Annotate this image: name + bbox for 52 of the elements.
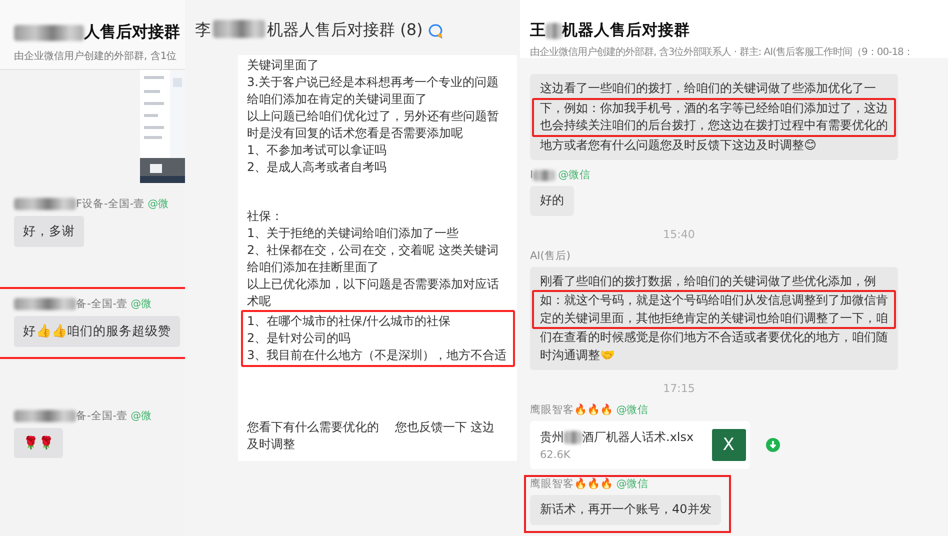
- chat-icon[interactable]: [426, 23, 443, 39]
- message-text: 新话术，再开一个账号，40并发: [540, 501, 712, 518]
- message-text: 关键词里面了 3.关于客户说已经是本科想再考一个专业的问题 给咱们添加在肯定的关键词里面了 以上问题已给咱们优化过了，另外还有些问题暂 时是没有回复的话术您看是否需要添加呢 1、不参加考试可以拿证吗 2、是成人高考或者自考吗: [247, 57, 500, 176]
- source-label: @微: [148, 197, 170, 211]
- group-title: 王: [530, 20, 546, 41]
- source-label: @微信: [616, 477, 649, 491]
- sender-name: 鹰眼智客🔥🔥🔥: [530, 477, 614, 491]
- time-label: 15:40: [662, 228, 696, 240]
- source-label: @微信: [616, 403, 649, 417]
- sender-name: I: [530, 169, 534, 181]
- blurred-text: [213, 20, 265, 38]
- file-name: 贵州: [540, 429, 564, 446]
- message-text: 好的: [540, 192, 564, 209]
- download-icon[interactable]: [766, 438, 780, 452]
- blurred-text: [564, 431, 582, 444]
- source-label: @微: [130, 297, 152, 311]
- sender-name: 备-全国-壹: [76, 297, 128, 311]
- message-text: 们在查看的时候感觉是你们地方不合适或者要优化的地方，咱们随 时沟通调整🤝: [540, 329, 888, 364]
- sender-name: 鹰眼智客🔥🔥🔥: [530, 403, 614, 417]
- group-title: 李: [195, 20, 211, 41]
- blurred-text: [14, 410, 76, 422]
- blurred-text: [533, 170, 556, 180]
- blurred-text: [14, 198, 76, 210]
- message-text: 社保： 1、关于拒绝的关键词给咱们添加了一些 2、社保都在交，公司在交，交着呢 这类关键词 给咱们添加在挂断里面了 以上已优化添加，以下问题是否需要添加对应话 术呢: [247, 208, 500, 310]
- message-text: 刚看了些咱们的拨打数据，给咱们的关键词做了些优化添加，例: [540, 272, 877, 290]
- source-label: @微信: [558, 168, 591, 182]
- blurred-text: [14, 24, 84, 40]
- message-text: 好，多谢: [23, 223, 75, 240]
- group-title: 人售后对接群: [84, 22, 180, 43]
- message-text: 您看下有什么需要优化的 您也反馈一下 这边 及时调整: [247, 419, 496, 453]
- message-text: 这边看了一些咱们的拨打，给咱们的关键词做了些添加优化了一: [540, 80, 877, 97]
- message-text: 地方或者您有什么问题您及时反馈下这边及时调整😊: [540, 136, 818, 154]
- file-name: 酒厂机器人话术.xlsx: [582, 429, 694, 446]
- sender-name: AI(售后): [530, 248, 570, 262]
- sender-name: 备-全国-壹: [76, 409, 128, 423]
- message-text: 1、在哪个城市的社保/什么城市的社保 2、是针对公司的吗 3、我目前在什么地方（不是深圳），地方不合适: [247, 313, 508, 364]
- time-label: 17:15: [662, 382, 696, 395]
- message-text: 如：就这个号码，就是这个号码给咱们从发信息调整到了加微信肯 定的关键词里面，其他拒绝肯定的关键词也给咱们调整了一下，咱: [540, 292, 888, 326]
- file-type-badge: X: [712, 429, 746, 461]
- group-title: 机器人售后对接群: [562, 20, 690, 41]
- group-subtitle: 由企业微信用户创建的外部群, 含1位: [14, 50, 178, 63]
- group-subtitle: 由企业微信用户创建的外部群, 含3位外部联系人 · 群主: AI(售后客服工作时间（9：00-18：: [530, 46, 914, 59]
- blurred-text: [14, 298, 76, 310]
- file-size: 62.6K: [540, 449, 572, 461]
- message-text: 好👍👍咱们的服务超级赞: [23, 323, 172, 340]
- group-title: 机器人售后对接群 (8): [267, 20, 423, 41]
- message-text: 🌹🌹: [23, 435, 54, 451]
- source-label: @微: [130, 409, 152, 423]
- file-card[interactable]: 贵州 酒厂机器人话术.xlsx 62.6K X: [530, 421, 750, 469]
- sender-name: F设备-全国-壹: [76, 197, 145, 211]
- blurred-text: [546, 22, 562, 38]
- message-text: 下，例如：你加我手机号，酒的名字等已经给咱们添加过了，这边 也会持续关注咱们的后台拨打，您这边在拨打过程中有需要优化的: [540, 100, 888, 134]
